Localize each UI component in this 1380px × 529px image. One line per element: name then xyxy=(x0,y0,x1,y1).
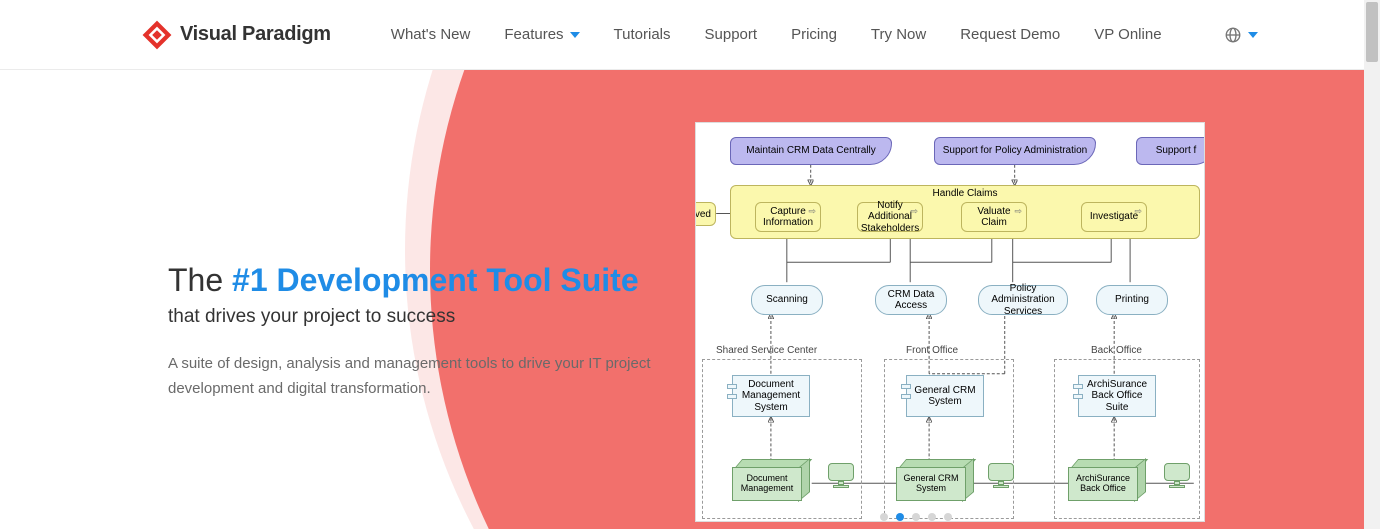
carousel-dot[interactable] xyxy=(880,513,888,521)
diagram-component: ArchiSurance Back Office Suite xyxy=(1078,375,1156,417)
chevron-down-icon xyxy=(570,32,580,38)
diagram-service: CRM Data Access xyxy=(875,285,947,315)
logo-text: Visual Paradigm xyxy=(180,23,331,46)
top-nav: What's New Features Tutorials Support Pr… xyxy=(391,26,1258,44)
carousel-dot[interactable] xyxy=(928,513,936,521)
diagram-group-label: Back Office xyxy=(1091,345,1142,356)
diagram-service: Scanning xyxy=(751,285,823,315)
scrollbar-thumb[interactable] xyxy=(1366,2,1378,62)
globe-icon xyxy=(1224,26,1242,44)
nav-try-now[interactable]: Try Now xyxy=(871,26,926,43)
nav-features-label: Features xyxy=(504,26,563,43)
diagram-service: Printing xyxy=(1096,285,1168,315)
diagram-goal: Support f xyxy=(1136,137,1205,165)
diagram-component: General CRM System xyxy=(906,375,984,417)
logo-icon xyxy=(140,18,174,52)
hero-title-accent: #1 Development Tool Suite xyxy=(232,262,639,298)
diagram-task: Investigate⇨ xyxy=(1081,202,1147,232)
diagram-task: Notify Additional Stakeholders⇨ xyxy=(857,202,923,232)
diagram-task: Valuate Claim⇨ xyxy=(961,202,1027,232)
nav-support[interactable]: Support xyxy=(705,26,758,43)
diagram-node: General CRM System xyxy=(896,459,974,501)
diagram-goal: Support for Policy Administration xyxy=(934,137,1096,165)
language-switch[interactable] xyxy=(1224,26,1258,44)
hero-section: The #1 Development Tool Suite that drive… xyxy=(0,70,1364,529)
scrollbar[interactable] xyxy=(1364,0,1380,529)
nav-tutorials[interactable]: Tutorials xyxy=(614,26,671,43)
logo[interactable]: Visual Paradigm xyxy=(140,18,331,52)
hero-title: The #1 Development Tool Suite xyxy=(168,260,688,300)
hero-diagram: Maintain CRM Data Centrally Support for … xyxy=(695,122,1205,522)
monitor-icon xyxy=(986,463,1016,491)
nav-whats-new[interactable]: What's New xyxy=(391,26,471,43)
nav-request-demo[interactable]: Request Demo xyxy=(960,26,1060,43)
carousel-dots xyxy=(880,513,952,521)
diagram-component: Document Management System xyxy=(732,375,810,417)
hero-description: A suite of design, analysis and manageme… xyxy=(168,352,668,402)
diagram-service: Policy Administration Services xyxy=(978,285,1068,315)
diagram-group-claims: Handle Claims Capture Information⇨ Notif… xyxy=(730,185,1200,239)
nav-pricing[interactable]: Pricing xyxy=(791,26,837,43)
carousel-dot[interactable] xyxy=(944,513,952,521)
monitor-icon xyxy=(1162,463,1192,491)
carousel-dot[interactable] xyxy=(912,513,920,521)
diagram-task-ved: ved xyxy=(695,202,716,226)
diagram-node: Document Management xyxy=(732,459,810,501)
hero-subtitle: that drives your project to success xyxy=(168,306,688,328)
diagram-node: ArchiSurance Back Office xyxy=(1068,459,1146,501)
nav-features[interactable]: Features xyxy=(504,26,579,43)
carousel-dot[interactable] xyxy=(896,513,904,521)
diagram-group-label: Front Office xyxy=(906,345,958,356)
diagram-goal: Maintain CRM Data Centrally xyxy=(730,137,892,165)
diagram-group-title: Handle Claims xyxy=(731,188,1199,199)
chevron-down-icon xyxy=(1248,32,1258,38)
diagram-group-label: Shared Service Center xyxy=(716,345,817,356)
diagram-task: Capture Information⇨ xyxy=(755,202,821,232)
monitor-icon xyxy=(826,463,856,491)
nav-vp-online[interactable]: VP Online xyxy=(1094,26,1161,43)
hero-text: The #1 Development Tool Suite that drive… xyxy=(168,260,688,402)
header: Visual Paradigm What's New Features Tuto… xyxy=(0,0,1364,70)
hero-title-prefix: The xyxy=(168,262,232,298)
